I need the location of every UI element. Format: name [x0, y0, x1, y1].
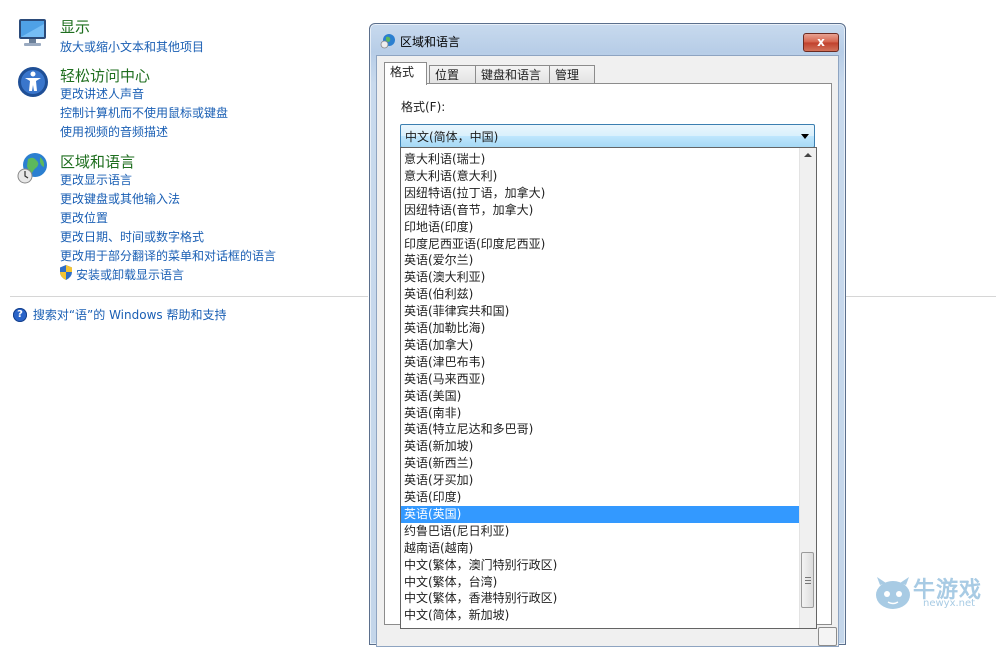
ease-link-0[interactable]: 更改讲述人声音	[60, 85, 144, 102]
dialog-title: 区域和语言	[400, 35, 461, 49]
dropdown-item[interactable]: 英语(津巴布韦)	[401, 354, 799, 371]
dropdown-item[interactable]: 英语(英国)	[401, 505, 799, 523]
dropdown-item[interactable]: 中文(繁体，澳门特别行政区)	[401, 557, 799, 574]
dropdown-item[interactable]: 中文(繁体，香港特别行政区)	[401, 590, 799, 607]
region-link-0[interactable]: 更改显示语言	[60, 171, 132, 188]
watermark-sub: newyx.net	[923, 598, 976, 609]
scrollbar-thumb[interactable]	[801, 552, 814, 608]
monitor-icon	[19, 19, 46, 46]
ease-link-2[interactable]: 使用视频的音频描述	[60, 123, 168, 140]
dropdown-scrollbar[interactable]	[799, 148, 816, 628]
region-language-dialog: 区域和语言 x 格式 位置 键盘和语言 管理 格式(F): 中文(简体，中国) …	[369, 23, 846, 647]
ease-of-access-icon	[18, 67, 48, 97]
region-link-1[interactable]: 更改键盘或其他输入法	[60, 190, 180, 207]
dropdown-item[interactable]: 中文(简体，新加坡)	[401, 607, 799, 624]
dropdown-item[interactable]: 英语(澳大利亚)	[401, 269, 799, 286]
dropdown-item[interactable]: 英语(爱尔兰)	[401, 252, 799, 269]
chevron-down-icon	[801, 134, 809, 139]
mascot-logo-icon	[876, 577, 910, 609]
dropdown-item[interactable]: 英语(加勒比海)	[401, 320, 799, 337]
dropdown-item[interactable]: 英语(加拿大)	[401, 337, 799, 354]
scroll-up-arrow-icon[interactable]	[804, 153, 812, 157]
close-button[interactable]: x	[803, 33, 839, 52]
dropdown-item[interactable]: 因纽特语(拉丁语，加拿大)	[401, 185, 799, 202]
dropdown-item[interactable]: 英语(特立尼达和多巴哥)	[401, 421, 799, 438]
region-language-title[interactable]: 区域和语言	[60, 151, 135, 172]
display-link-0[interactable]: 放大或缩小文本和其他项目	[60, 38, 204, 55]
ease-of-access-title[interactable]: 轻松访问中心	[60, 65, 150, 86]
divider-left	[10, 296, 368, 297]
dropdown-item[interactable]: 英语(牙买加)	[401, 472, 799, 489]
region-link-2[interactable]: 更改位置	[60, 209, 108, 226]
format-combobox-value: 中文(简体，中国)	[405, 130, 499, 144]
region-link-3[interactable]: 更改日期、时间或数字格式	[60, 228, 204, 245]
dropdown-item[interactable]: 英语(伯利兹)	[401, 286, 799, 303]
region-link-4[interactable]: 更改用于部分翻译的菜单和对话框的语言	[60, 247, 276, 264]
dropdown-item[interactable]: 英语(新加坡)	[401, 438, 799, 455]
help-search-link[interactable]: 搜索对“语”的 Windows 帮助和支持	[33, 308, 227, 322]
help-icon: ?	[13, 307, 27, 322]
dropdown-item[interactable]: 英语(美国)	[401, 388, 799, 405]
divider-right	[846, 296, 996, 297]
watermark-logo: 牛游戏 newyx.net	[872, 572, 998, 616]
tab-location[interactable]: 位置	[429, 65, 476, 84]
thumb-grip	[805, 583, 811, 584]
tab-format[interactable]: 格式	[384, 62, 427, 85]
format-dropdown-list[interactable]: 意大利语(瑞士) 意大利语(意大利) 因纽特语(拉丁语，加拿大) 因纽特语(音节，加拿…	[400, 147, 817, 629]
region-link-5[interactable]: 安装或卸载显示语言	[76, 266, 184, 283]
dropdown-item[interactable]: 英语(菲律宾共和国)	[401, 303, 799, 320]
globe-clock-icon	[380, 34, 395, 49]
tab-administrative[interactable]: 管理	[549, 65, 595, 84]
dropdown-item[interactable]: 英语(印度)	[401, 489, 799, 506]
format-tab-panel: 格式(F): 中文(简体，中国) 意大利语(瑞士) 意大利语(意大利) 因纽特语(拉…	[384, 83, 832, 629]
thumb-grip	[805, 580, 811, 581]
dropdown-item[interactable]: 中文(繁体，台湾)	[401, 574, 799, 591]
dropdown-item[interactable]: 英语(南非)	[401, 405, 799, 422]
dropdown-item[interactable]: 越南语(越南)	[401, 540, 799, 557]
dropdown-item[interactable]: 约鲁巴语(尼日利亚)	[401, 523, 799, 540]
display-title[interactable]: 显示	[60, 16, 90, 37]
ease-link-1[interactable]: 控制计算机而不使用鼠标或键盘	[60, 104, 228, 121]
help-search-row[interactable]: ? 搜索对“语”的 Windows 帮助和支持	[13, 306, 226, 323]
format-combobox[interactable]: 中文(简体，中国)	[400, 124, 815, 148]
dropdown-item[interactable]: 英语(马来西亚)	[401, 371, 799, 388]
tab-keyboards-languages[interactable]: 键盘和语言	[475, 65, 550, 84]
dialog-footer-control[interactable]	[818, 627, 837, 646]
globe-clock-icon	[17, 153, 47, 184]
thumb-grip	[805, 577, 811, 578]
dropdown-item[interactable]: 因纽特语(音节，加拿大)	[401, 202, 799, 219]
dropdown-item[interactable]: 印地语(印度)	[401, 219, 799, 236]
dropdown-item[interactable]: 意大利语(瑞士)	[401, 151, 799, 168]
dialog-body: 格式 位置 键盘和语言 管理 格式(F): 中文(简体，中国) 意大利语(瑞士)…	[376, 55, 839, 647]
dropdown-item[interactable]: 英语(新西兰)	[401, 455, 799, 472]
dropdown-item[interactable]: 意大利语(意大利)	[401, 168, 799, 185]
dropdown-item[interactable]: 印度尼西亚语(印度尼西亚)	[401, 236, 799, 253]
format-label: 格式(F):	[401, 100, 446, 114]
uac-shield-icon	[60, 265, 72, 280]
